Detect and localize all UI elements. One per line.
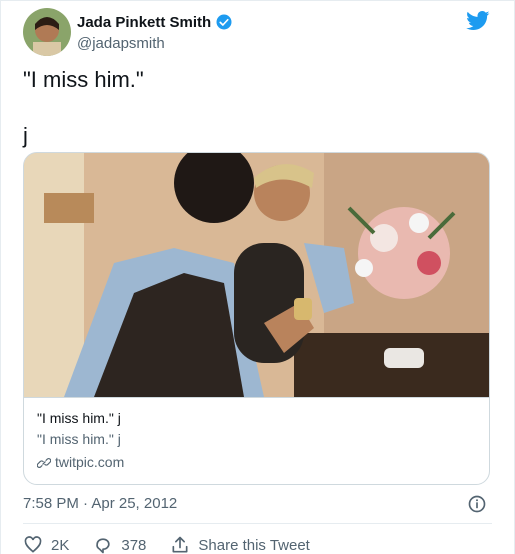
verified-badge-icon — [216, 14, 232, 30]
twitter-bird-icon[interactable] — [466, 11, 490, 31]
share-label[interactable]: Share this Tweet — [198, 537, 309, 554]
tweet-card: Jada Pinkett Smith @jadapsmith "I miss h… — [0, 0, 515, 554]
info-icon[interactable] — [467, 494, 487, 514]
author-name[interactable]: Jada Pinkett Smith — [77, 13, 233, 31]
tweet-text-line-2: j — [23, 123, 28, 148]
like-count[interactable]: 2K — [51, 537, 69, 554]
card-title[interactable]: "I miss him." j — [37, 408, 476, 429]
author-handle[interactable]: @jadapsmith — [77, 35, 165, 52]
heart-icon[interactable] — [23, 535, 43, 554]
tweet-text-line-1: "I miss him." — [23, 67, 144, 92]
avatar-image — [23, 8, 71, 56]
card-domain[interactable]: twitpic.com — [37, 452, 476, 473]
share-icon[interactable] — [170, 535, 190, 554]
like-button[interactable]: 2K — [23, 535, 69, 554]
avatar[interactable] — [23, 8, 71, 56]
tweet-actions: 2K 378 Share this Tweet — [23, 535, 334, 554]
tweet-timestamp[interactable]: 7:58 PM · Apr 25, 2012 — [23, 495, 177, 512]
card-meta[interactable]: "I miss him." j "I miss him." j twitpic.… — [24, 397, 489, 484]
share-button[interactable]: Share this Tweet — [170, 535, 310, 554]
author-name-text[interactable]: Jada Pinkett Smith — [77, 14, 211, 31]
link-icon — [37, 457, 51, 468]
card-description[interactable]: "I miss him." j — [37, 429, 476, 450]
reply-button[interactable]: 378 — [93, 535, 146, 554]
divider — [23, 523, 492, 524]
reply-count[interactable]: 378 — [121, 537, 146, 554]
link-card[interactable]: "I miss him." j "I miss him." j twitpic.… — [23, 152, 490, 485]
reply-icon[interactable] — [93, 535, 113, 554]
card-photo[interactable] — [24, 153, 489, 397]
card-domain-text[interactable]: twitpic.com — [55, 452, 124, 473]
